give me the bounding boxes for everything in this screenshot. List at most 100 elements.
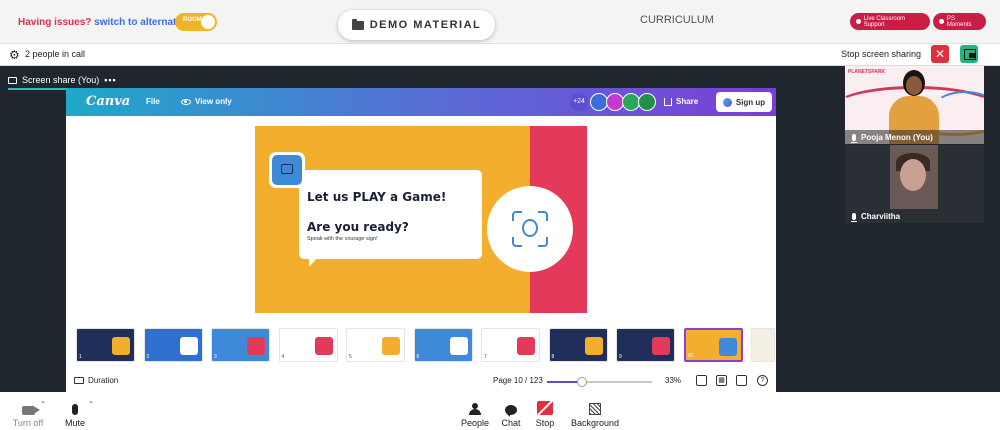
canva-logo: Canva bbox=[86, 94, 131, 109]
slide-thumbnail[interactable]: 7 bbox=[481, 328, 540, 362]
folder-icon bbox=[351, 18, 364, 30]
background-button[interactable]: Background bbox=[568, 392, 622, 430]
picture-in-picture-icon[interactable] bbox=[960, 45, 978, 63]
call-bar: ⚙ 2 people in call Stop screen sharing ✕ bbox=[0, 44, 1000, 66]
chat-label: Chat bbox=[501, 418, 521, 428]
issues-text: Having issues? bbox=[18, 17, 92, 28]
thumbnail-accent bbox=[179, 337, 198, 355]
camera-label: Turn off bbox=[12, 418, 44, 428]
thumbnail-accent bbox=[718, 338, 737, 356]
brand-watermark: PLANETSPARK bbox=[848, 69, 886, 75]
slide-thumbnail[interactable]: 8 bbox=[548, 328, 608, 362]
thumbnail-accent bbox=[382, 337, 400, 355]
people-label: People bbox=[460, 418, 490, 428]
thumbnail-number: 2 bbox=[146, 354, 150, 360]
people-count: 2 people in call bbox=[25, 49, 86, 59]
collaborator-avatar bbox=[638, 93, 656, 111]
share-label: Share bbox=[676, 97, 699, 106]
thumbnail-number: 5 bbox=[349, 354, 352, 360]
curriculum-tab[interactable]: CURRICULUM bbox=[640, 14, 714, 26]
duration-label: Duration bbox=[88, 376, 119, 385]
speech-card bbox=[299, 170, 482, 259]
mute-button[interactable]: Mute bbox=[62, 392, 88, 430]
slide-thumbnail-partial[interactable] bbox=[751, 328, 775, 362]
participant-tile[interactable]: Charviitha bbox=[845, 145, 984, 223]
upload-icon bbox=[664, 97, 672, 106]
slide-thumbnail[interactable]: 9 bbox=[616, 328, 675, 362]
zoom-percent: 33% bbox=[665, 376, 682, 385]
stop-sharing-label: Stop screen sharing bbox=[841, 49, 922, 59]
screen-share-label: Screen share (You) bbox=[22, 75, 100, 85]
slide-thumbnail[interactable]: 5 bbox=[346, 328, 405, 362]
robot-icon bbox=[269, 152, 305, 188]
thumbnail-number: 1 bbox=[79, 354, 82, 360]
sign-up-label: Sign up bbox=[735, 97, 766, 107]
moments-icon bbox=[939, 19, 944, 24]
participant-tile[interactable]: PLANETSPARK Pooja Menon (You) bbox=[845, 66, 984, 144]
meeting-stage: Screen share (You) ••• Canva File View o… bbox=[0, 66, 1000, 393]
zoom-slider-handle[interactable] bbox=[576, 377, 587, 387]
slide-subtitle: Speak with the courage sign! bbox=[307, 236, 378, 242]
background-icon bbox=[589, 403, 601, 415]
chat-icon bbox=[505, 405, 517, 417]
thumbnail-number: 4 bbox=[281, 354, 285, 360]
grid-view-icon[interactable]: ▦ bbox=[716, 375, 727, 386]
speech-card-tail bbox=[309, 256, 319, 267]
file-menu[interactable]: File bbox=[146, 97, 160, 106]
duration-button[interactable]: Duration bbox=[74, 376, 118, 385]
live-support-button[interactable]: Live Classroom Support bbox=[850, 13, 930, 30]
screen-share-tab[interactable]: Screen share (You) ••• bbox=[8, 70, 117, 90]
view-only-button[interactable]: View only bbox=[181, 97, 232, 106]
participant-name-bar: Charviitha bbox=[845, 209, 984, 223]
thumbnail-accent bbox=[652, 337, 670, 355]
participant-name: Pooja Menon (You) bbox=[861, 132, 933, 142]
slide-thumbnail[interactable]: 4 bbox=[278, 328, 338, 362]
fullscreen-icon[interactable] bbox=[736, 375, 747, 386]
thumbnail-number: 8 bbox=[551, 354, 555, 360]
stop-sharing-close-button[interactable]: ✕ bbox=[931, 45, 949, 63]
live-support-label: Live Classroom Support bbox=[863, 15, 906, 28]
ps-moments-button[interactable]: PS Moments bbox=[933, 13, 986, 30]
slide-thumbnail[interactable]: 1 bbox=[76, 328, 135, 362]
present-icon[interactable] bbox=[696, 375, 707, 386]
eye-icon bbox=[181, 98, 191, 105]
zoom-slider[interactable] bbox=[547, 377, 652, 387]
chevron-down-icon[interactable]: ⌄ bbox=[88, 397, 94, 405]
stop-share-button[interactable]: Stop bbox=[533, 392, 557, 430]
room-toggle-label: ROOM bbox=[183, 17, 202, 23]
face-scan-icon bbox=[487, 186, 573, 272]
collaborator-count[interactable]: +24 bbox=[570, 93, 588, 111]
background-label: Background bbox=[570, 418, 620, 428]
slide-question: Are you ready? bbox=[307, 220, 409, 234]
thumbnail-accent bbox=[112, 337, 130, 355]
screen-share-icon bbox=[8, 76, 17, 84]
people-button[interactable]: People bbox=[458, 392, 492, 430]
room-toggle[interactable]: ROOM bbox=[175, 13, 217, 31]
thumbnail-accent bbox=[584, 337, 603, 355]
mute-label: Mute bbox=[64, 418, 85, 428]
slide-thumbnail[interactable]: 6 bbox=[413, 328, 473, 362]
participant-panel: PLANETSPARK Pooja Menon (You) Charviitha bbox=[845, 66, 984, 226]
call-controls: Turn off ⌄ Mute ⌄ People Chat Stop Backg… bbox=[0, 392, 1000, 430]
slide-thumbnail[interactable]: 10 bbox=[683, 328, 743, 362]
chevron-down-icon[interactable]: ⌄ bbox=[40, 397, 46, 405]
participant-name: Charviitha bbox=[861, 211, 901, 221]
duration-icon bbox=[74, 377, 84, 384]
share-button[interactable]: Share bbox=[664, 97, 698, 106]
thumbnail-number: 3 bbox=[214, 354, 217, 360]
slide-thumbnail[interactable]: 2 bbox=[143, 328, 203, 362]
demo-material-button[interactable]: DEMO MATERIAL bbox=[338, 10, 495, 40]
chat-button[interactable]: Chat bbox=[499, 392, 523, 430]
view-only-label: View only bbox=[195, 97, 232, 106]
gear-icon[interactable]: ⚙ bbox=[9, 49, 21, 61]
more-options-icon[interactable]: ••• bbox=[104, 75, 116, 85]
thumbnail-number: 10 bbox=[687, 353, 694, 359]
microphone-icon bbox=[72, 404, 78, 415]
help-icon[interactable]: ? bbox=[757, 375, 768, 386]
shared-screen: Canva File View only +24 Share Sign up L… bbox=[66, 88, 776, 393]
thumbnail-accent bbox=[247, 337, 265, 355]
thumbnail-accent bbox=[517, 337, 535, 355]
slide-thumbnail[interactable]: 3 bbox=[211, 328, 270, 362]
sign-up-button[interactable]: Sign up bbox=[716, 92, 772, 112]
slide-title: Let us PLAY a Game! bbox=[307, 190, 447, 204]
